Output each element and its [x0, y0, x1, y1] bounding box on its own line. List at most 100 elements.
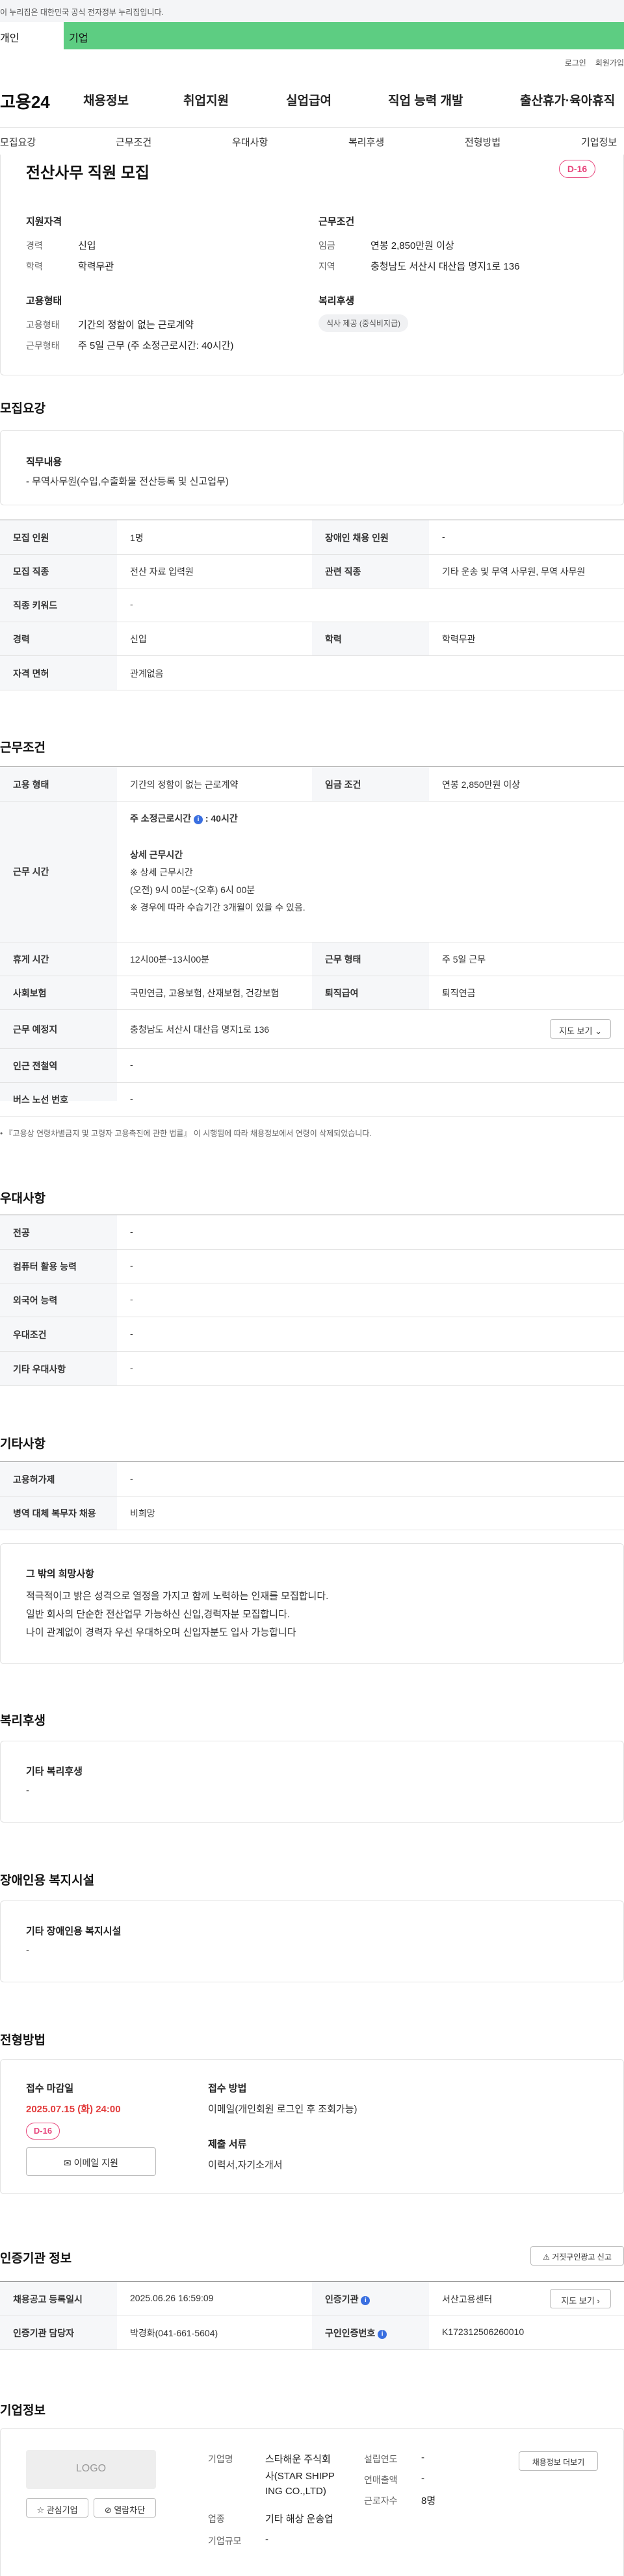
block-icon: ⊘	[104, 2505, 112, 2515]
more-jobs-button[interactable]: 채용정보 더보기	[519, 2451, 598, 2471]
work-form-value: 주 5일 근무 (주 소정근로시간: 40시간)	[78, 340, 234, 351]
company-name-line: 스타해운 주식회	[265, 2454, 331, 2465]
gnb-item-parental-leave[interactable]: 출산휴가·육아휴직	[520, 91, 615, 108]
other-wishes-line: 나이 관계없이 경력자 우선 우대하오며 신입자분도 입사 가능합니다	[26, 1627, 296, 1638]
th-break: 휴게 시간	[13, 954, 49, 965]
bullet-icon: •	[0, 1129, 5, 1138]
th-cert-number-text: 구인인증번호	[325, 2328, 376, 2338]
other-wishes-line: 일반 회사의 단순한 전산업무 가능하신 신입,경력자분 모집합니다.	[26, 1609, 290, 1620]
job-title: 전산사무 직원 모집	[26, 164, 150, 182]
cert-section-title: 인증기관 정보	[0, 2252, 72, 2266]
th-job-keyword: 직종 키워드	[13, 600, 58, 611]
td-pref-other: -	[130, 1363, 133, 1373]
etc-section-title: 기타사항	[0, 1437, 46, 1451]
company-name-label: 기업명	[208, 2454, 233, 2464]
site-logo[interactable]: 고용24	[0, 89, 50, 113]
gnb-divider	[0, 127, 624, 128]
row-divider	[0, 1009, 624, 1010]
dday-badge: D-16	[559, 160, 595, 178]
th-insurance: 사회보험	[13, 988, 47, 998]
gnb-item-jobs[interactable]: 채용정보	[83, 91, 129, 108]
td-major: -	[130, 1226, 133, 1237]
star-icon: ☆	[36, 2505, 45, 2515]
td-cert-contact: 박경화(041-661-5604)	[130, 2328, 218, 2338]
info-icon[interactable]: i	[193, 815, 203, 824]
subnav-pref[interactable]: 우대사항	[232, 135, 268, 149]
row-divider	[0, 655, 624, 656]
map-button[interactable]: 지도 보기 ⌄	[550, 1019, 611, 1039]
disability-value: -	[26, 1945, 29, 1956]
th-workplace: 근무 예정지	[13, 1024, 58, 1035]
tab-company[interactable]: 기업	[64, 22, 624, 49]
info-icon[interactable]: i	[361, 2296, 370, 2305]
employees-label: 근로자수	[364, 2495, 398, 2506]
row-divider	[0, 1385, 624, 1386]
docs-value: 이력서,자기소개서	[208, 2160, 283, 2171]
duty-value: - 무역사무원(수입,수출화물 전산등록 및 신고업무)	[26, 476, 229, 487]
td-license: 관계없음	[130, 668, 164, 679]
sales-label: 연매출액	[364, 2475, 398, 2485]
th-permit: 고용허가제	[13, 1474, 55, 1485]
wage-label: 임금	[318, 240, 335, 251]
subnav-selection[interactable]: 전형방법	[465, 135, 500, 149]
td-military: 비희망	[130, 1508, 155, 1519]
email-apply-button[interactable]: ✉ 이메일 지원	[26, 2147, 156, 2176]
duty-box	[0, 430, 624, 505]
scale-value: -	[265, 2534, 268, 2545]
td-emp-type: 기간의 정함이 없는 근로계약	[130, 779, 239, 790]
report-fake-ad-label: 거짓구인광고 신고	[552, 2253, 612, 2262]
welfare-section-title: 복리후생	[0, 1714, 46, 1728]
detail-hours-line: ※ 상세 근무시간	[130, 867, 193, 878]
scale-label: 기업규모	[208, 2536, 242, 2546]
td-permit: -	[130, 1473, 133, 1484]
selection-section-title: 전형방법	[0, 2034, 46, 2047]
map-button-label: 지도 보기	[559, 1026, 593, 1036]
region-label: 지역	[318, 261, 335, 271]
subnav-work[interactable]: 근무조건	[116, 135, 151, 149]
disability-label: 기타 장애인용 복지시설	[26, 1926, 122, 1937]
favorite-company-button[interactable]: ☆ 관심기업	[26, 2498, 88, 2518]
gnb-item-vocational-training[interactable]: 직업 능력 개발	[388, 91, 463, 108]
td-related-job: 기타 운송 및 무역 사무원, 무역 사무원	[442, 566, 586, 577]
th-education: 학력	[325, 634, 342, 644]
gnb-item-employment-support[interactable]: 취업지원	[183, 91, 229, 108]
detail-hours-label: 상세 근무시간	[130, 850, 183, 860]
chevron-down-icon: ⌄	[595, 1026, 602, 1036]
th-job-type: 모집 직종	[13, 566, 49, 577]
th-cert-org: 인증기관 i	[325, 2293, 370, 2306]
td-insurance: 국민연금, 고용보험, 산재보험, 건강보험	[130, 988, 280, 998]
th-career: 경력	[13, 634, 30, 644]
login-link[interactable]: 로그인	[565, 58, 586, 68]
disability-section-title: 장애인용 복지시설	[0, 1874, 95, 1888]
info-icon[interactable]: i	[378, 2330, 387, 2339]
method-value: 이메일(개인회원 로그인 후 조회가능)	[208, 2104, 358, 2115]
gnb-item-unemployment-benefit[interactable]: 실업급여	[286, 91, 332, 108]
block-view-button[interactable]: ⊘ 열람차단	[94, 2498, 156, 2518]
th-work-hours: 근무 시간	[13, 866, 49, 877]
block-view-label: 열람차단	[114, 2505, 146, 2515]
td-cert-org: 서산고용센터	[442, 2294, 493, 2305]
th-headcount: 모집 인원	[13, 533, 49, 543]
join-link[interactable]: 회원가입	[595, 58, 624, 68]
tab-personal[interactable]: 개인	[0, 22, 64, 49]
subnav-company[interactable]: 기업정보	[581, 135, 617, 149]
welfare-label: 기타 복리후생	[26, 1766, 83, 1777]
report-fake-ad-button[interactable]: ⚠ 거짓구인광고 신고	[530, 2246, 624, 2266]
td-job-keyword: -	[130, 599, 133, 609]
td-break: 12시00분~13시00분	[130, 954, 209, 965]
td-workplace: 충청남도 서산시 대산읍 명지1로 136	[130, 1024, 270, 1035]
sales-value: -	[421, 2473, 424, 2484]
td-disabled-headcount: -	[442, 531, 445, 542]
th-military: 병역 대체 복무자 채용	[13, 1508, 96, 1519]
work-section-title: 근무조건	[0, 741, 46, 755]
weekly-hours-label: 주 소정근로시간	[130, 813, 192, 824]
th-posted-at: 채용공고 등록일시	[13, 2294, 83, 2305]
th-cert-number: 구인인증번호 i	[325, 2327, 387, 2340]
td-headcount: 1명	[130, 533, 144, 543]
row-divider	[0, 1048, 624, 1049]
subnav-welfare[interactable]: 복리후생	[348, 135, 384, 149]
subnav-recruit[interactable]: 모집요강	[0, 135, 36, 149]
th-related-job: 관련 직종	[325, 566, 361, 577]
cert-map-button[interactable]: 지도 보기 ›	[550, 2289, 611, 2308]
chevron-right-icon: ›	[597, 2296, 600, 2306]
